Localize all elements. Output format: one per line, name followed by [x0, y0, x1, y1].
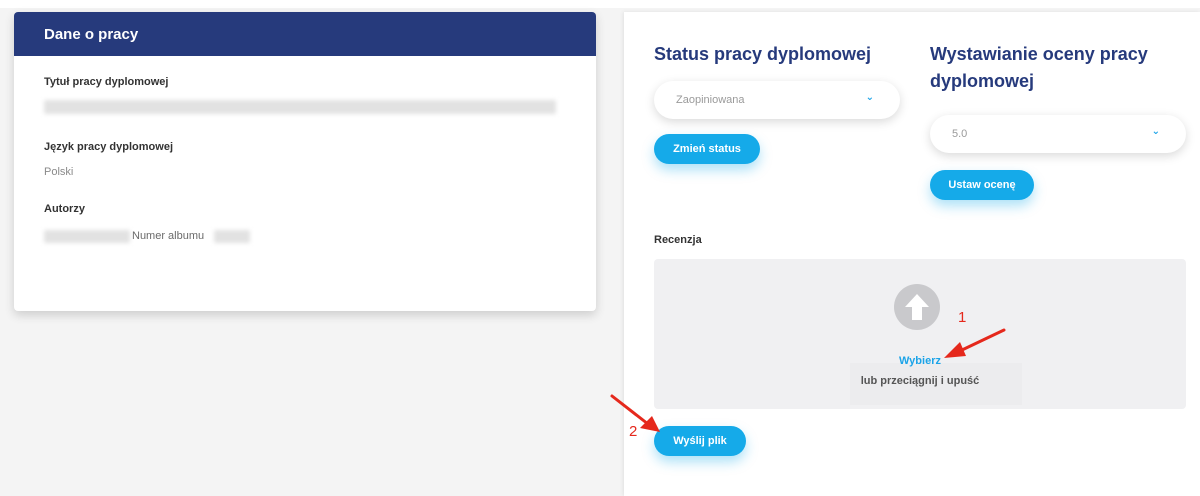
grade-section-title-line1: Wystawianie oceny pracy	[930, 44, 1148, 64]
review-label: Recenzja	[654, 234, 702, 246]
work-details-header: Dane o pracy	[14, 12, 596, 56]
authors-label: Autorzy	[44, 203, 85, 215]
work-details-card: Dane o pracy Tytuł pracy dyplomowej Języ…	[14, 12, 596, 311]
status-select[interactable]: Zaopiniowana ⌄	[654, 81, 900, 119]
annotation-number-2: 2	[629, 423, 638, 440]
album-number-label: Numer albumu	[132, 230, 205, 242]
status-section-title: Status pracy dyplomowej	[654, 44, 872, 64]
chevron-down-icon: ⌄	[865, 92, 874, 103]
change-status-button[interactable]: Zmień status	[654, 134, 760, 164]
chevron-down-icon: ⌄	[1151, 126, 1160, 137]
grade-select[interactable]: 5.0 ⌄	[930, 115, 1186, 153]
language-value: Polski	[44, 166, 74, 178]
thesis-title-value-redacted	[44, 100, 556, 114]
upload-arrow-icon	[894, 284, 940, 330]
top-strip	[0, 0, 1200, 8]
annotation-number-1: 1	[958, 309, 967, 326]
thesis-actions-panel: Status pracy dyplomowej Zaopiniowana ⌄ Z…	[624, 12, 1200, 496]
set-grade-button[interactable]: Ustaw ocenę	[930, 170, 1034, 200]
grade-section-title-line2: dyplomowej	[930, 71, 1035, 91]
grade-select-value: 5.0	[952, 128, 968, 140]
drag-drop-hint: lub przeciągnij i upuść	[860, 375, 980, 387]
send-file-button[interactable]: Wyślij plik	[654, 426, 746, 456]
status-select-value: Zaopiniowana	[676, 94, 745, 106]
thesis-title-label: Tytuł pracy dyplomowej	[44, 76, 169, 88]
author-name-redacted	[44, 230, 130, 243]
album-number-redacted	[214, 230, 250, 243]
choose-file-link[interactable]: Wybierz	[654, 355, 1186, 367]
language-label: Język pracy dyplomowej	[44, 141, 173, 153]
file-dropzone[interactable]: Wybierz lub przeciągnij i upuść	[654, 259, 1186, 409]
